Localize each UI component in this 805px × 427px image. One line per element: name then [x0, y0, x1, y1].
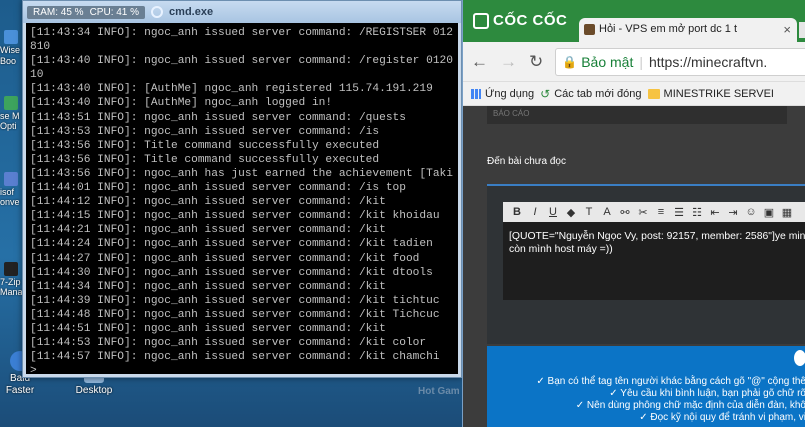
console-line: [11:43:56 INFO]: Title command successfu…	[30, 153, 380, 166]
font-family-icon[interactable]: A	[599, 206, 615, 218]
browser-window[interactable]: CỐC CỐC Hỏi - VPS em mở port dc 1 t × ← …	[462, 0, 805, 427]
bookmark-apps[interactable]: Ứng dụng	[471, 88, 534, 100]
font-size-icon[interactable]: T	[581, 206, 597, 218]
console-line: [11:44:24 INFO]: ngoc_anh issued server …	[30, 238, 433, 251]
console-line: [11:44:21 INFO]: ngoc_anh issued server …	[30, 224, 386, 237]
7zip-icon	[4, 262, 18, 276]
console-line: [11:44:15 INFO]: ngoc_anh issued server …	[30, 210, 440, 223]
lock-icon: 🔒	[562, 54, 578, 69]
console-line: [11:44:27 INFO]: ngoc_anh issued server …	[30, 252, 420, 265]
desktop: Wise Boo se M Opti isof onve 7-Zip Mana …	[0, 0, 805, 427]
warning-icon	[794, 350, 805, 366]
tab-strip: CỐC CỐC Hỏi - VPS em mở port dc 1 t ×	[463, 0, 805, 42]
posting-rules: ✓ Bạn có thể tag tên người khác bằng các…	[487, 346, 805, 427]
console-line: [11:43:34 INFO]: ngoc_anh issued server …	[30, 27, 453, 39]
url-text: https://minecraftvn.	[648, 53, 768, 70]
converter-icon	[4, 172, 18, 186]
history-icon: ↺	[540, 86, 551, 101]
forward-arrow-icon[interactable]: →	[500, 52, 517, 72]
editor-toolbar: B I U ◆ T A ⚯ ✂ ≡ ☰ ☷ ⇤ ⇥ ☺ ▣ ▦	[503, 202, 805, 222]
rule-item: ✓ Đọc kỹ nội quy để tránh vi phạm, vi	[639, 412, 805, 423]
image-icon[interactable]: ▣	[761, 206, 777, 219]
console-line: [11:44:34 INFO]: ngoc_anh issued server …	[30, 280, 386, 293]
desktop-icon-optimizer[interactable]: se M Opti	[0, 96, 22, 131]
console-output[interactable]: [11:43:34 INFO]: ngoc_anh issued server …	[26, 23, 458, 374]
italic-button[interactable]: I	[527, 206, 543, 218]
unlink-icon[interactable]: ✂	[635, 206, 651, 219]
console-line: [11:44:12 INFO]: ngoc_anh issued server …	[30, 196, 386, 209]
apps-grid-icon	[471, 88, 481, 99]
desktop-icon-wise[interactable]: Wise	[0, 30, 22, 55]
console-line: [11:44:53 INFO]: ngoc_anh issued server …	[30, 337, 427, 350]
console-line: [11:43:40 INFO]: ngoc_anh issued server …	[30, 55, 453, 68]
rule-item: ✓ Bạn có thể tag tên người khác bằng các…	[536, 376, 805, 387]
console-line: [11:43:56 INFO]: ngoc_anh has just earne…	[30, 167, 453, 180]
minecraft-favicon-icon	[584, 24, 595, 35]
console-line: [11:44:30 INFO]: ngoc_anh issued server …	[30, 266, 433, 279]
console-line: [11:43:40 INFO]: [AuthMe] ngoc_anh regis…	[30, 83, 433, 96]
rule-item: ✓ Yêu cầu khi bình luận, bạn phải gõ chữ…	[609, 388, 805, 399]
console-line: 10	[30, 69, 44, 82]
media-icon[interactable]: ▦	[779, 206, 795, 219]
folder-icon	[647, 88, 660, 99]
console-line: [11:44:39 INFO]: ngoc_anh issued server …	[30, 294, 440, 307]
reload-icon[interactable]: ↻	[529, 52, 543, 72]
underline-button[interactable]: U	[545, 206, 561, 218]
smiley-icon[interactable]: ☺	[743, 206, 759, 218]
report-link[interactable]: BÁO CÁO	[487, 106, 787, 124]
outdent-icon[interactable]: ⇤	[707, 206, 723, 219]
separator: |	[639, 53, 643, 70]
optimizer-icon	[4, 96, 18, 110]
new-tab-button[interactable]	[799, 22, 805, 38]
desktop-icon-7zip[interactable]: 7-Zip Mana	[0, 262, 22, 297]
wise-icon	[4, 30, 18, 44]
rule-item: ✓ Nên dùng phông chữ mặc định của diễn đ…	[575, 400, 805, 411]
resource-monitor: RAM: 45 % CPU: 41 %	[27, 5, 146, 19]
window-title: cmd.exe	[169, 6, 214, 18]
console-line: [11:44:51 INFO]: ngoc_anh issued server …	[30, 322, 386, 335]
bookmarks-bar: Ứng dụng ↺ Các tab mới đóng MINESTRIKE S…	[463, 82, 805, 106]
bold-button[interactable]: B	[509, 206, 525, 218]
indent-icon[interactable]: ⇥	[725, 206, 741, 219]
desktop-icon-boo[interactable]: Boo	[0, 56, 22, 66]
numbered-list-icon[interactable]: ☷	[689, 206, 705, 219]
console-line: [11:43:51 INFO]: ngoc_anh issued server …	[30, 111, 406, 124]
console-line: [11:43:56 INFO]: Title command successfu…	[30, 139, 380, 152]
list-icon[interactable]: ☰	[671, 206, 687, 219]
page-content: BÁO CÁO Đến bài chưa đọc B I U ◆ T A ⚯ ✂…	[463, 106, 805, 427]
cmd-titlebar[interactable]: RAM: 45 % CPU: 41 % cmd.exe	[23, 1, 461, 23]
address-bar[interactable]: 🔒 Bảo mật | https://minecraftvn.	[555, 47, 805, 76]
unread-posts-link[interactable]: Đến bài chưa đọc	[487, 156, 566, 167]
console-line: [11:44:48 INFO]: ngoc_anh issued server …	[30, 308, 440, 321]
console-line: 810	[30, 41, 51, 54]
tab-active[interactable]: Hỏi - VPS em mở port dc 1 t ×	[579, 18, 797, 42]
gauge-icon	[151, 6, 164, 18]
coccoc-logo-icon	[473, 12, 489, 29]
cmd-window[interactable]: RAM: 45 % CPU: 41 % cmd.exe [11:43:34 IN…	[22, 0, 462, 378]
desktop-icon-converter[interactable]: isof onve	[0, 172, 22, 207]
bookmark-recent-tabs[interactable]: ↺ Các tab mới đóng	[540, 87, 641, 101]
reply-panel: B I U ◆ T A ⚯ ✂ ≡ ☰ ☷ ⇤ ⇥ ☺ ▣ ▦ [QUOTE="…	[487, 184, 805, 344]
align-left-icon[interactable]: ≡	[653, 206, 669, 218]
console-line: [11:44:01 INFO]: ngoc_anh issued server …	[30, 182, 406, 195]
browser-toolbar: ← → ↻ 🔒 Bảo mật | https://minecraftvn.	[463, 42, 805, 82]
close-tab-icon[interactable]: ×	[783, 22, 791, 37]
console-line: [11:44:57 INFO]: ngoc_anh issued server …	[30, 351, 440, 364]
back-arrow-icon[interactable]: ←	[471, 52, 488, 72]
bookmark-minestrike[interactable]: MINESTRIKE SERVEI	[647, 88, 774, 100]
security-label: Bảo mật	[581, 53, 634, 70]
console-line: >	[30, 365, 37, 374]
hot-game-label: Hot Gam	[418, 386, 460, 397]
link-icon[interactable]: ⚯	[617, 206, 633, 219]
console-line: [11:43:40 INFO]: [AuthMe] ngoc_anh logge…	[30, 97, 333, 110]
console-line: [11:43:53 INFO]: ngoc_anh issued server …	[30, 125, 380, 138]
coccoc-logo[interactable]: CỐC CỐC	[473, 12, 567, 29]
message-editor[interactable]: [QUOTE="Nguyễn Ngọc Vy, post: 92157, mem…	[503, 222, 805, 300]
color-icon[interactable]: ◆	[563, 206, 579, 219]
